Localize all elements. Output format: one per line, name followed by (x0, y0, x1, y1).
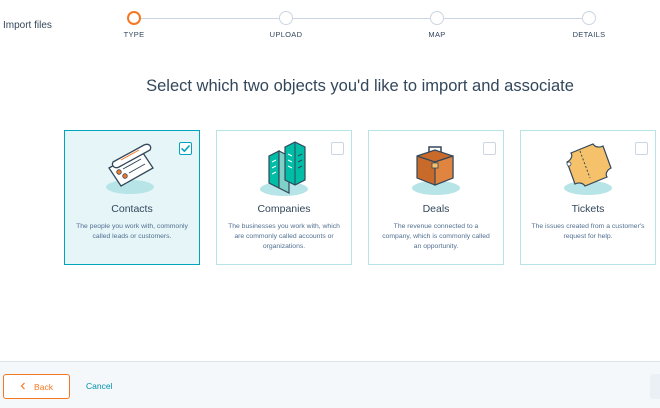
page-header-label: Import files (3, 20, 52, 31)
cancel-link[interactable]: Cancel (86, 381, 112, 391)
step-map-label: MAP (428, 30, 446, 39)
page-title: Select which two objects you'd like to i… (146, 77, 574, 95)
card-contacts-title: Contacts (111, 203, 153, 215)
step-type-dot (127, 11, 141, 25)
back-button[interactable]: Back (3, 374, 70, 399)
card-tickets-description: The issues created from a customer's req… (531, 223, 645, 240)
step-upload-label: UPLOAD (269, 30, 303, 39)
card-deals[interactable]: Deals The revenue connected to a company… (368, 130, 504, 265)
card-companies[interactable]: Companies The businesses you work with, … (216, 130, 352, 265)
companies-icon (217, 138, 351, 200)
import-stepper: TYPE UPLOAD MAP DETAILS (124, 11, 605, 51)
card-deals-title: Deals (422, 203, 450, 215)
step-details-label: DETAILS (572, 30, 606, 39)
stepper-line (134, 18, 589, 19)
card-companies-description: The businesses you work with, which are … (228, 223, 340, 250)
card-tickets[interactable]: Tickets The issues created from a custom… (520, 130, 656, 265)
card-tickets-title: Tickets (571, 203, 605, 215)
card-deals-description: The revenue connected to a company, whic… (382, 223, 490, 250)
footer-bar: Back Cancel (0, 361, 660, 408)
step-upload-dot (279, 11, 293, 25)
object-cards: Contacts The people you work with, commo… (64, 130, 660, 266)
step-type: TYPE (89, 11, 179, 39)
back-button-label: Back (34, 381, 53, 392)
tickets-icon (521, 138, 655, 200)
step-map-dot (430, 11, 444, 25)
step-upload: UPLOAD (241, 11, 331, 39)
contacts-icon (65, 138, 199, 200)
card-contacts[interactable]: Contacts The people you work with, commo… (64, 130, 200, 265)
step-details: DETAILS (544, 11, 634, 39)
card-contacts-description: The people you work with, commonly calle… (76, 223, 188, 240)
step-details-dot (582, 11, 596, 25)
deals-icon (369, 138, 503, 200)
card-companies-title: Companies (257, 203, 311, 215)
chevron-left-icon (20, 382, 26, 392)
next-button-edge[interactable] (650, 374, 660, 399)
step-type-label: TYPE (123, 30, 145, 39)
step-map: MAP (392, 11, 482, 39)
